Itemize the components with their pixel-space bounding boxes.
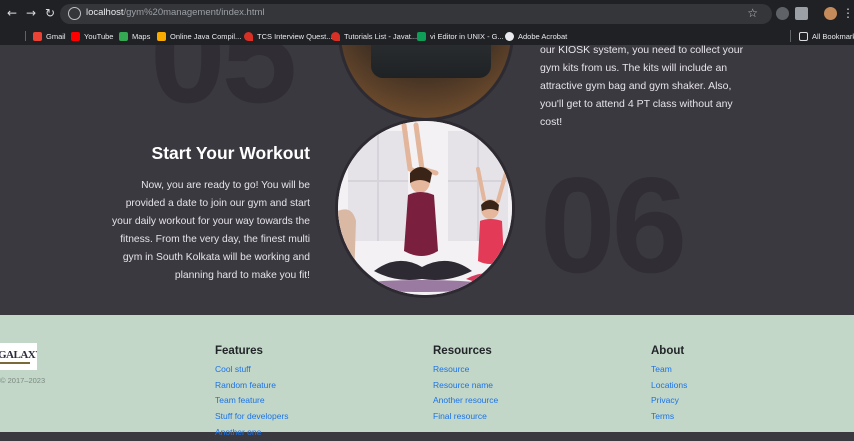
extension-icon[interactable]	[776, 7, 789, 20]
about-heading: About	[651, 345, 685, 357]
extensions-puzzle-icon[interactable]	[795, 7, 808, 20]
maps-icon	[119, 31, 128, 41]
copyright-text: © 2017–2023	[0, 376, 46, 385]
bookmark-javatpoint[interactable]: Tutorials List - Javat...	[331, 30, 417, 42]
bookmarks-bar: Gmail YouTube Maps Online Java Compil...…	[0, 27, 854, 67]
address-bar[interactable]: localhost/gym%20management/index.html ☆	[60, 4, 772, 24]
step-number-06: 06	[540, 149, 687, 301]
site-footer: GALAXY © 2017–2023 Features Cool stuff R…	[0, 315, 854, 437]
folder-icon	[799, 31, 808, 41]
back-icon[interactable]: ←	[4, 5, 20, 21]
footer-link-resource-name[interactable]: Resource name	[433, 378, 498, 394]
workout-title: Start Your Workout	[151, 143, 310, 163]
footer-link-team[interactable]: Team	[651, 362, 687, 378]
bookmark-online-java[interactable]: Online Java Compil...	[157, 30, 241, 42]
navigation-bar: ← → ↻ localhost/gym%20management/index.h…	[0, 0, 854, 27]
footer-link-privacy[interactable]: Privacy	[651, 393, 687, 409]
menu-icon[interactable]: ⋮	[842, 5, 854, 21]
step-number-05: 05	[150, 45, 297, 131]
all-bookmarks[interactable]: All Bookmarks	[790, 30, 854, 42]
gym-bag-image	[338, 45, 514, 121]
steps-section: 05 06 our KIOSK system, you need to coll…	[0, 45, 854, 315]
bookmark-adobe[interactable]: Adobe Acrobat	[505, 30, 567, 42]
bag-shape	[371, 45, 491, 78]
footer-link-another-resource[interactable]: Another resource	[433, 393, 498, 409]
logo-text: GALAXY	[0, 349, 37, 361]
workout-description: Now, you are ready to go! You will be pr…	[111, 180, 310, 281]
javatpoint-icon	[331, 31, 340, 41]
resources-column: Resources Resource Resource name Another…	[433, 345, 498, 425]
gmail-icon	[33, 31, 42, 41]
java-compiler-icon	[157, 31, 166, 41]
profile-avatar[interactable]	[824, 7, 837, 20]
youtube-icon	[71, 31, 80, 41]
resources-heading: Resources	[433, 345, 492, 357]
kiosk-description: our KIOSK system, you need to collect yo…	[540, 45, 744, 128]
footer-link-random-feature[interactable]: Random feature	[215, 378, 289, 394]
bookmark-maps[interactable]: Maps	[119, 30, 150, 42]
yoga-illustration	[338, 121, 512, 295]
footer-link-team-feature[interactable]: Team feature	[215, 393, 289, 409]
features-heading: Features	[215, 345, 263, 357]
bookmark-youtube[interactable]: YouTube	[71, 30, 113, 42]
browser-chrome: ← → ↻ localhost/gym%20management/index.h…	[0, 0, 854, 67]
reload-icon[interactable]: ↻	[42, 5, 58, 21]
footer-link-cool-stuff[interactable]: Cool stuff	[215, 362, 289, 378]
forward-icon[interactable]: →	[23, 5, 39, 21]
footer-link-stuff-for-developers[interactable]: Stuff for developers	[215, 409, 289, 425]
footer-link-locations[interactable]: Locations	[651, 378, 687, 394]
logo-underline	[0, 362, 30, 364]
url-text[interactable]: localhost/gym%20management/index.html	[86, 7, 265, 18]
adobe-icon	[505, 31, 514, 41]
yoga-image	[335, 118, 515, 298]
tcs-icon	[244, 31, 253, 41]
about-column: About Team Locations Privacy Terms	[651, 345, 687, 425]
site-info-icon[interactable]	[68, 7, 81, 20]
bookmarks-separator	[25, 31, 26, 41]
footer-link-final-resource[interactable]: Final resource	[433, 409, 498, 425]
features-column: Features Cool stuff Random feature Team …	[215, 345, 289, 441]
bookmark-tcs[interactable]: TCS Interview Quest...	[244, 30, 332, 42]
footer-link-terms[interactable]: Terms	[651, 409, 687, 425]
bookmark-vi-editor[interactable]: vi Editor in UNIX - G...	[417, 30, 504, 42]
galaxy-logo[interactable]: GALAXY	[0, 343, 37, 370]
footer-link-another-one[interactable]: Another one	[215, 425, 289, 441]
footer-link-resource[interactable]: Resource	[433, 362, 498, 378]
bookmark-gmail[interactable]: Gmail	[33, 30, 66, 42]
geeksforgeeks-icon	[417, 31, 426, 41]
bookmark-star-icon[interactable]: ☆	[747, 6, 758, 20]
